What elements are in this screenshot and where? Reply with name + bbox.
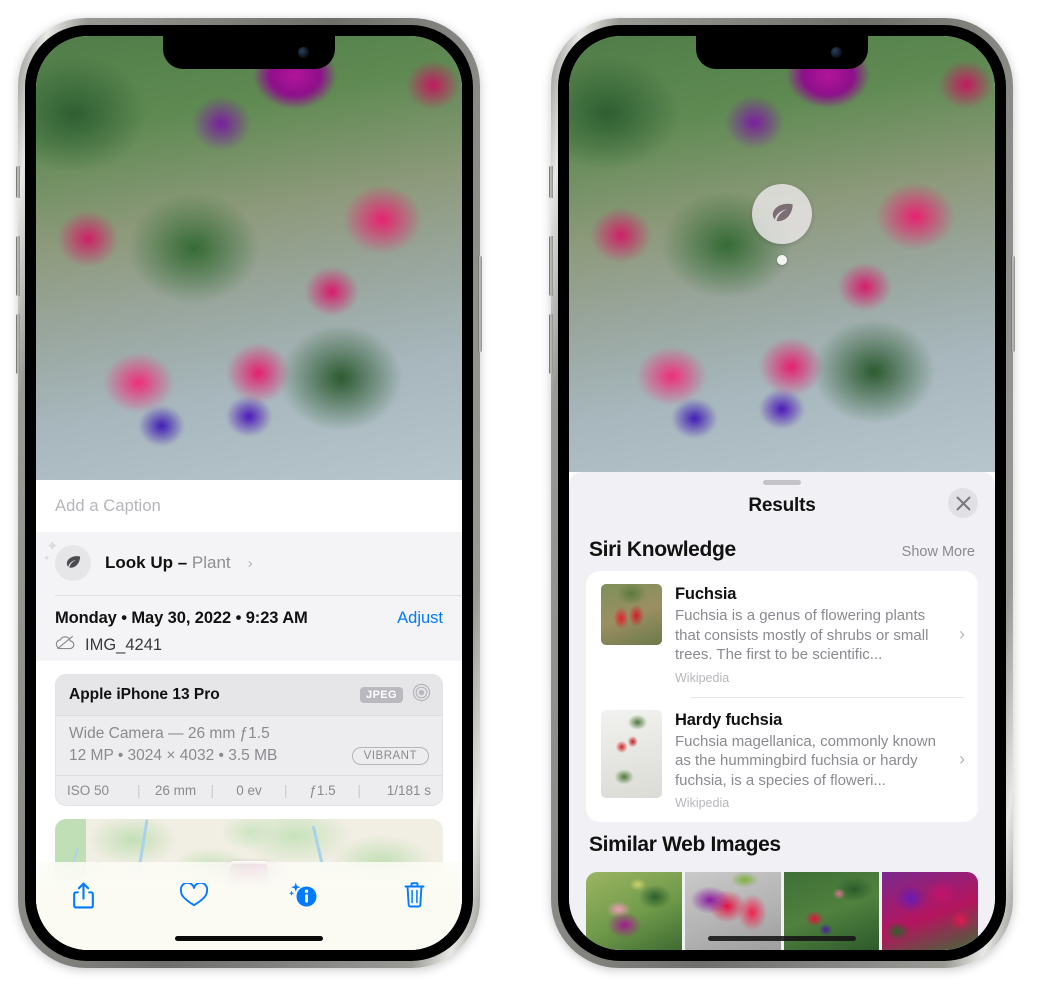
exif-shutter: 1/181 s <box>386 783 431 798</box>
look-up-subject: Plant <box>191 553 231 572</box>
camera-card-header: Apple iPhone 13 Pro JPEG <box>56 675 442 716</box>
camera-size-row: 12 MP • 3024 × 4032 • 3.5 MB VIBRANT <box>69 747 429 765</box>
siri-knowledge-header: Siri Knowledge Show More <box>569 527 995 571</box>
camera-lens-info: Wide Camera — 26 mm ƒ1.5 <box>69 725 270 742</box>
result-thumbnail <box>601 709 662 798</box>
silent-switch[interactable] <box>549 166 553 198</box>
chevron-right-icon: › <box>959 623 965 644</box>
leaf-icon <box>752 184 812 244</box>
volume-down-button[interactable] <box>549 314 553 374</box>
silent-switch[interactable] <box>16 166 20 198</box>
exif-focal: 26 mm <box>154 783 197 798</box>
look-up-dash: – <box>173 553 192 572</box>
result-body: Hardy fuchsia Fuchsia magellanica, commo… <box>675 710 942 811</box>
look-up-label: Look Up – Plant <box>105 553 231 573</box>
web-image-thumbnail[interactable] <box>586 872 682 950</box>
list-item[interactable]: Fuchsia Fuchsia is a genus of flowering … <box>586 571 978 697</box>
photographic-style-badge: VIBRANT <box>351 747 429 765</box>
result-source: Wikipedia <box>675 670 730 685</box>
show-more-button[interactable]: Show More <box>902 544 975 560</box>
result-title: Fuchsia <box>675 585 737 603</box>
notch <box>696 36 868 69</box>
camera-info-card[interactable]: Apple iPhone 13 Pro JPEG Wide Camera — 2… <box>55 674 443 806</box>
format-badge: JPEG <box>360 687 403 703</box>
info-button[interactable] <box>283 875 325 915</box>
camera-model: Apple iPhone 13 Pro <box>69 686 220 703</box>
delete-button[interactable] <box>394 875 436 915</box>
filename-row: IMG_4241 <box>55 635 443 655</box>
home-indicator[interactable] <box>175 936 323 941</box>
right-iphone-device: Results Siri Knowledge Show More Fuchsia… <box>549 18 1015 968</box>
metadata-block: Monday • May 30, 2022 • 9:23 AM Adjust I… <box>36 596 462 661</box>
sparkle-icon-small: ✦ <box>43 553 51 563</box>
photo-info-sheet: Add a Caption ✦ ✦ Look Up – Plant › Mond… <box>36 480 462 950</box>
notch <box>163 36 335 69</box>
left-phone-screen: Add a Caption ✦ ✦ Look Up – Plant › Mond… <box>36 36 462 950</box>
camera-card-body: Wide Camera — 26 mm ƒ1.5 12 MP • 3024 × … <box>56 716 442 775</box>
volume-up-button[interactable] <box>16 236 20 296</box>
favorite-button[interactable] <box>173 875 215 915</box>
power-button[interactable] <box>1011 256 1015 352</box>
results-sheet: Results Siri Knowledge Show More Fuchsia… <box>569 472 995 950</box>
front-camera-icon <box>831 47 842 58</box>
home-indicator[interactable] <box>708 936 856 941</box>
right-phone-screen: Results Siri Knowledge Show More Fuchsia… <box>569 36 995 950</box>
chevron-right-icon: › <box>959 749 965 770</box>
exif-iso: ISO 50 <box>67 783 110 798</box>
result-body: Fuchsia Fuchsia is a genus of flowering … <box>675 584 942 685</box>
exif-row: ISO 50 | 26 mm | 0 ev | ƒ1.5 | 1/181 s <box>56 775 442 805</box>
siri-knowledge-card: Fuchsia Fuchsia is a genus of flowering … <box>586 571 978 822</box>
close-button[interactable] <box>948 488 978 518</box>
front-camera-icon <box>298 47 309 58</box>
cloud-slash-icon <box>55 635 76 655</box>
screenshot-stage: Add a Caption ✦ ✦ Look Up – Plant › Mond… <box>0 0 1055 985</box>
caption-field-row[interactable]: Add a Caption <box>36 480 462 532</box>
photo-size-info: 12 MP • 3024 × 4032 • 3.5 MB <box>69 747 278 764</box>
result-description: Fuchsia is a genus of flowering plants t… <box>675 607 929 663</box>
page-title: Results <box>748 495 816 516</box>
lookup-anchor-dot <box>777 255 787 265</box>
section-title-siri-knowledge: Siri Knowledge <box>589 538 736 561</box>
sparkle-icon-large: ✦ <box>46 538 59 555</box>
volume-up-button[interactable] <box>549 236 553 296</box>
leaf-icon: ✦ ✦ <box>43 539 91 581</box>
similar-web-images-header: Similar Web Images <box>569 822 995 866</box>
result-source: Wikipedia <box>675 796 730 810</box>
visual-lookup-badge[interactable] <box>752 184 812 265</box>
left-iphone-device: Add a Caption ✦ ✦ Look Up – Plant › Mond… <box>16 18 482 968</box>
share-button[interactable] <box>62 875 104 915</box>
volume-down-button[interactable] <box>16 314 20 374</box>
left-phone-bezel: Add a Caption ✦ ✦ Look Up – Plant › Mond… <box>25 25 473 961</box>
camera-header-badges: JPEG <box>360 683 431 707</box>
date-row: Monday • May 30, 2022 • 9:23 AM Adjust <box>55 609 443 628</box>
result-description: Fuchsia magellanica, commonly known as t… <box>675 732 936 789</box>
adjust-button[interactable]: Adjust <box>397 609 443 628</box>
result-title: Hardy fuchsia <box>675 710 783 729</box>
exif-aperture: ƒ1.5 <box>309 783 336 798</box>
exif-ev: 0 ev <box>236 783 262 798</box>
right-phone-bezel: Results Siri Knowledge Show More Fuchsia… <box>558 25 1006 961</box>
photo-filename: IMG_4241 <box>85 635 163 654</box>
list-item[interactable]: Hardy fuchsia Fuchsia magellanica, commo… <box>586 696 978 823</box>
result-thumbnail <box>601 584 662 645</box>
photo-highlights <box>36 36 462 480</box>
photo-date: Monday • May 30, 2022 • 9:23 AM <box>55 609 308 627</box>
photo-viewer[interactable] <box>569 36 995 472</box>
photo-viewer[interactable] <box>36 36 462 480</box>
chevron-right-icon: › <box>247 554 253 572</box>
power-button[interactable] <box>478 256 482 352</box>
look-up-row[interactable]: ✦ ✦ Look Up – Plant › <box>36 532 462 596</box>
aperture-icon <box>412 683 431 707</box>
caption-placeholder: Add a Caption <box>55 496 161 515</box>
results-header: Results <box>569 485 995 527</box>
section-title-similar-web-images: Similar Web Images <box>589 833 781 856</box>
web-image-thumbnail[interactable] <box>882 872 978 950</box>
look-up-text: Look Up <box>105 553 173 572</box>
